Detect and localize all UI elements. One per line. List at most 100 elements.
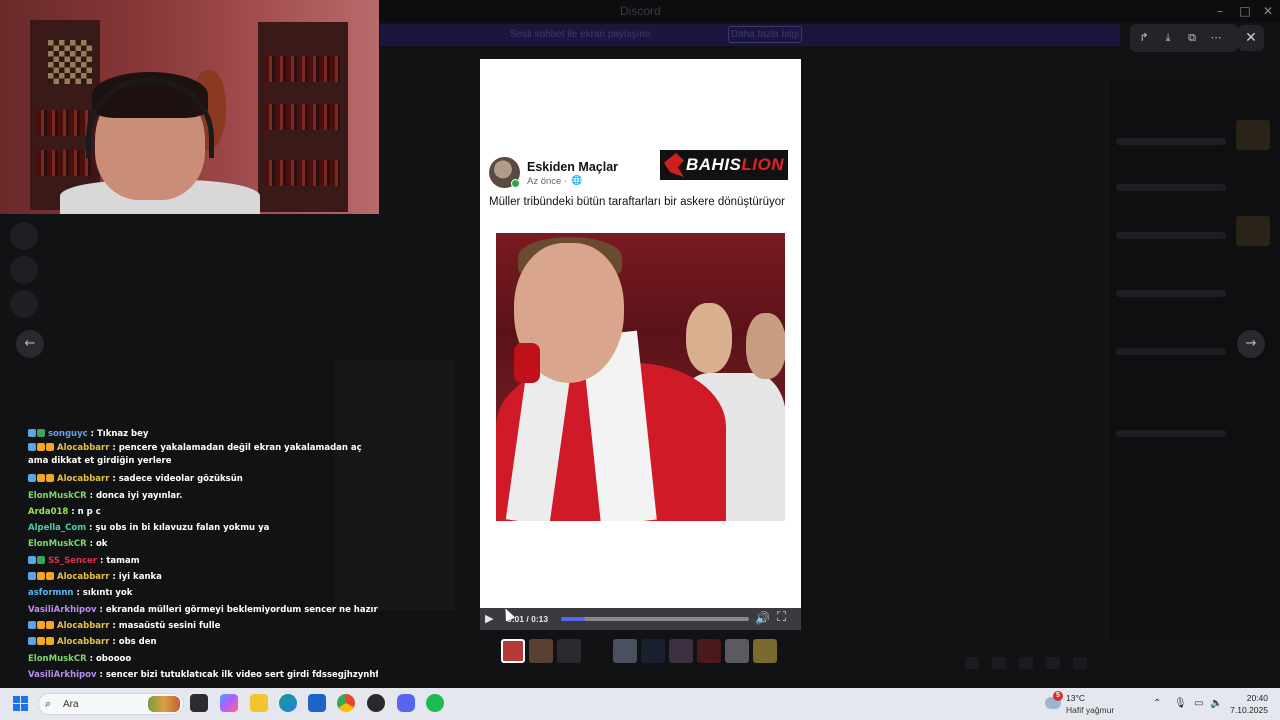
chat-username: Alpella_Com: [28, 523, 87, 534]
chat-message: ElonMuskCR : oboooo: [28, 651, 378, 667]
minimize-icon[interactable]: –: [1212, 3, 1228, 19]
previous-arrow-icon[interactable]: ←: [16, 330, 44, 358]
badge-icon: [46, 572, 54, 581]
weather-badge: 5: [1053, 691, 1063, 701]
post-author: Eskiden Maçlar: [527, 160, 619, 174]
speaker-icon[interactable]: 🔈: [1210, 698, 1222, 709]
chat-username: ElonMuskCR: [28, 490, 87, 501]
member-row: [1116, 138, 1226, 145]
clock-date[interactable]: 7.10.2025: [1222, 705, 1268, 715]
maximize-icon[interactable]: □: [1237, 3, 1253, 19]
thumbnail[interactable]: [529, 639, 553, 663]
store-icon[interactable]: [308, 694, 326, 712]
post-time: Az önce ·: [527, 176, 568, 187]
server-icon: [10, 290, 38, 318]
chat-badges: [28, 442, 55, 455]
stream-chat: songuyc : Tıknaz bey Alocabbarr : pencere…: [28, 426, 378, 683]
microphone: [514, 343, 540, 383]
edge-icon[interactable]: [279, 694, 297, 712]
member-thumb: [1236, 120, 1270, 150]
chat-username: VasiliArkhipov: [28, 604, 97, 615]
member-row: [1116, 430, 1226, 437]
close-window-icon[interactable]: ✕: [1260, 3, 1276, 19]
chat-text: : obs den: [109, 637, 157, 648]
thumbnail[interactable]: [725, 639, 749, 663]
toolbar-icon: [1073, 657, 1087, 669]
chrome-icon[interactable]: [337, 694, 355, 712]
banner-button[interactable]: Daha fazla bilgi: [728, 26, 802, 43]
next-arrow-icon[interactable]: →: [1237, 330, 1265, 358]
chat-badges: [28, 553, 46, 569]
banner-text: Sesli sohbet ile ekran paylaşımı: [510, 29, 651, 40]
chat-text: : sıkıntı yok: [73, 588, 133, 599]
video-frame[interactable]: [496, 233, 785, 521]
badge-icon: [28, 572, 36, 581]
chat-badges: [28, 634, 55, 650]
file-explorer-icon[interactable]: [250, 694, 268, 712]
thumbnail[interactable]: [501, 639, 525, 663]
member-row: [1116, 348, 1226, 355]
member-row: [1116, 290, 1226, 297]
chat-username: ElonMuskCR: [28, 539, 87, 550]
chat-username: songuyc: [48, 429, 88, 439]
toolbar-icon: [965, 657, 979, 669]
volume-icon[interactable]: 🔊: [755, 611, 770, 625]
thumbnail[interactable]: [753, 639, 777, 663]
chat-text: : sadece videolar gözüksün: [109, 474, 243, 485]
chat-username: Alocabbarr: [57, 637, 110, 648]
thumbnail[interactable]: [641, 639, 665, 663]
search-icon: ⌕: [45, 697, 52, 710]
badge-icon: [46, 637, 54, 646]
play-icon[interactable]: ▶: [485, 612, 493, 625]
chat-badges: [28, 569, 55, 585]
more-icon[interactable]: ⋯: [1208, 30, 1224, 46]
member-row: [1116, 232, 1226, 239]
chat-message: Alpella_Com : şu obs in bi kılavuzu fala…: [28, 520, 378, 536]
task-view-icon[interactable]: [190, 694, 208, 712]
fullscreen-icon[interactable]: ⛶: [777, 610, 786, 625]
globe-icon: 🌐: [571, 176, 583, 186]
thumbnail[interactable]: [613, 639, 637, 663]
chat-username: Arda018: [28, 506, 69, 517]
clock-time[interactable]: 20:40: [1234, 693, 1268, 703]
badge-icon: [46, 474, 54, 483]
badge-icon: [37, 443, 45, 452]
chat-username: Alocabbarr: [57, 474, 110, 485]
thumbnail[interactable]: [557, 639, 581, 663]
thumbnail[interactable]: [669, 639, 693, 663]
badge-icon: [28, 443, 36, 452]
spotify-icon[interactable]: [426, 694, 444, 712]
windows-start-icon[interactable]: [13, 696, 29, 712]
chat-message: ElonMuskCR : ok: [28, 536, 378, 552]
chat-message: asformnn : sıkıntı yok: [28, 585, 378, 601]
display-icon[interactable]: ▭: [1194, 698, 1203, 709]
discord-icon[interactable]: [397, 694, 415, 712]
chat-username: Alocabbarr: [57, 443, 110, 454]
copilot-icon[interactable]: [220, 694, 238, 712]
download-icon[interactable]: ⤓: [1160, 30, 1176, 46]
badge-icon: [28, 555, 36, 564]
obs-icon[interactable]: [367, 694, 385, 712]
open-external-icon[interactable]: ⧉: [1184, 30, 1200, 46]
thumbnail[interactable]: [697, 639, 721, 663]
chevron-up-icon[interactable]: ⌃: [1153, 698, 1161, 709]
chat-message: ElonMuskCR : donca iyi yayınlar.: [28, 488, 378, 504]
progress-bar[interactable]: [561, 617, 749, 621]
search-placeholder: Ara: [63, 699, 79, 710]
microphone-icon[interactable]: 🎙: [1174, 698, 1187, 709]
chat-text: : masaüstü sesini fulle: [109, 620, 221, 631]
forward-icon[interactable]: ↱: [1136, 30, 1152, 46]
chat-username: VasiliArkhipov: [28, 669, 97, 680]
badge-icon: [37, 572, 45, 581]
chat-text: : tamam: [97, 555, 140, 566]
chat-message: Alocabbarr : obs den: [28, 634, 378, 650]
weather-condition[interactable]: Hafif yağmur: [1066, 705, 1114, 715]
close-viewer-icon[interactable]: ✕: [1238, 25, 1264, 51]
member-list: [1110, 80, 1280, 640]
weather-temperature[interactable]: 13°C: [1066, 693, 1085, 703]
badge-icon: [28, 474, 36, 483]
progress-fill: [561, 617, 586, 621]
badge-icon: [37, 637, 45, 646]
chat-username: Alocabbarr: [57, 572, 110, 583]
chat-username: ElonMuskCR: [28, 653, 87, 664]
